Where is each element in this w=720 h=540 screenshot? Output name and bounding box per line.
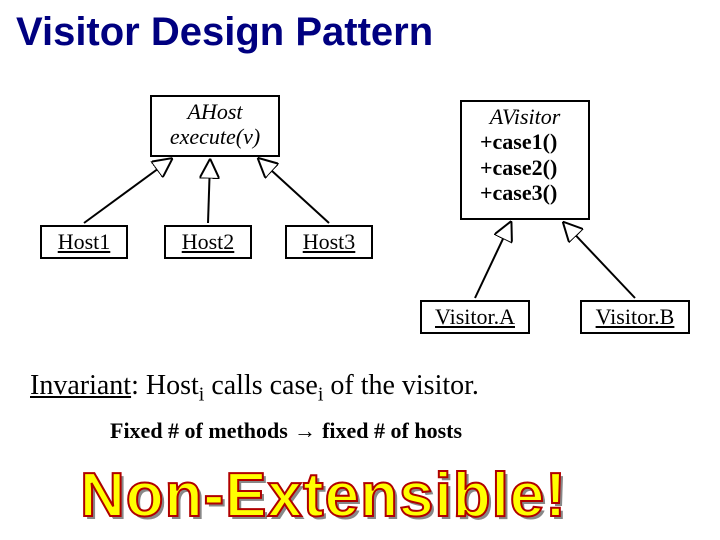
abstract-visitor-name: AVisitor <box>468 104 582 129</box>
abstract-host-box: AHost execute(v) <box>150 95 280 157</box>
host3-box: Host3 <box>285 225 373 259</box>
visitor-b-box: Visitor.B <box>580 300 690 334</box>
host2-label: Host2 <box>182 229 235 254</box>
right-arrow-icon: → <box>288 418 322 443</box>
wordart-non-extensible: Non-Extensible! <box>80 460 567 531</box>
visitor-method-3: +case3() <box>480 180 582 205</box>
invariant-label: Invariant <box>30 370 131 401</box>
visitor-method-1: +case1() <box>480 129 582 154</box>
visitor-a-box: Visitor.A <box>420 300 530 334</box>
slide-title: Visitor Design Pattern <box>0 0 720 55</box>
fixed-methods-text: Fixed # of methods → fixed # of hosts <box>110 418 462 444</box>
host1-label: Host1 <box>58 229 111 254</box>
invariant-text: Invariant: Hosti calls casei of the visi… <box>30 370 479 407</box>
abstract-host-name: AHost <box>158 99 272 124</box>
visitor-b-label: Visitor.B <box>596 304 675 329</box>
invariant-text-3: of the visitor. <box>323 370 479 401</box>
invariant-text-1: : Host <box>131 370 199 401</box>
visitor-method-2: +case2() <box>480 155 582 180</box>
host3-label: Host3 <box>303 229 356 254</box>
fixed-right: fixed # of hosts <box>322 418 462 443</box>
abstract-host-method: execute(v) <box>158 124 272 149</box>
visitor-a-label: Visitor.A <box>435 304 515 329</box>
connector-lines <box>0 0 720 540</box>
fixed-left: Fixed # of methods <box>110 418 288 443</box>
abstract-visitor-box: AVisitor +case1() +case2() +case3() <box>460 100 590 220</box>
host2-box: Host2 <box>164 225 252 259</box>
invariant-text-2: calls case <box>204 370 318 401</box>
host1-box: Host1 <box>40 225 128 259</box>
